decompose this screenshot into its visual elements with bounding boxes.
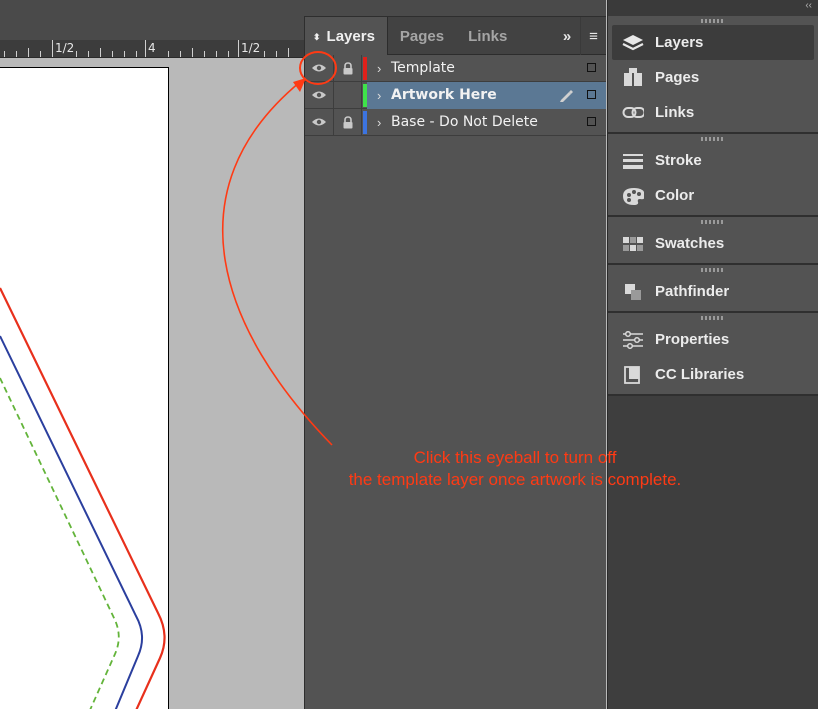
collapse-dock-icon[interactable]: ‹‹ [805, 0, 812, 11]
tab-layers[interactable]: ⬍ Layers [305, 17, 388, 55]
dock-item-label: Links [655, 104, 695, 121]
dock-item-links[interactable]: Links [608, 95, 818, 130]
annotation-callout: Click this eyeball to turn off the templ… [310, 447, 720, 491]
lock-toggle[interactable] [334, 54, 362, 82]
sort-caret-icon: ⬍ [313, 32, 321, 43]
panel-tab-bar: ⬍ Layers Pages Links » ≡ [305, 17, 606, 55]
grip-handle[interactable] [608, 217, 818, 226]
pages-icon [622, 67, 644, 89]
panel-menu-icon[interactable]: ≡ [580, 17, 606, 55]
dock-item-label: Layers [655, 34, 704, 51]
annotation-line: Click this eyeball to turn off [413, 448, 617, 467]
layers-panel: ⬍ Layers Pages Links » ≡ › Template › Ar… [304, 16, 606, 709]
visibility-toggle[interactable] [305, 81, 334, 109]
swatches-icon [622, 233, 644, 255]
expand-chevron-icon[interactable]: › [377, 61, 391, 76]
pathfinder-icon [622, 281, 644, 303]
document-page[interactable] [0, 67, 169, 709]
layer-row-base[interactable]: › Base - Do Not Delete [305, 108, 606, 136]
tab-pages[interactable]: Pages [388, 17, 456, 55]
expand-chevron-icon[interactable]: › [377, 115, 391, 130]
grip-handle[interactable] [608, 313, 818, 322]
layer-name[interactable]: Artwork Here [391, 87, 497, 103]
layer-target-box[interactable] [587, 62, 596, 72]
eye-icon [312, 64, 326, 72]
dock-item-label: CC Libraries [655, 366, 745, 383]
annotation-line: the template layer once artwork is compl… [348, 470, 682, 489]
horizontal-ruler[interactable]: 1/2 4 1/2 [0, 40, 304, 58]
app-window: 1/2 4 1/2 ⬍ Layers Pages Links » ≡ › Tem… [0, 0, 818, 709]
ruler-label: 1/2 [241, 41, 261, 55]
dock-item-swatches[interactable]: Swatches [608, 226, 818, 261]
grip-handle[interactable] [608, 134, 818, 143]
layer-target-box[interactable] [587, 89, 596, 99]
grip-handle[interactable] [608, 16, 818, 25]
tab-label: Layers [326, 28, 375, 45]
layer-name[interactable]: Base - Do Not Delete [391, 114, 538, 130]
trim-line [0, 335, 143, 709]
color-palette-icon [622, 185, 644, 207]
lock-icon [343, 115, 352, 128]
dock-item-layers[interactable]: Layers [612, 25, 814, 60]
dieline-artwork [0, 287, 166, 709]
dock-item-label: Pages [655, 69, 700, 86]
visibility-toggle[interactable] [305, 108, 334, 136]
dock-group: Swatches [608, 217, 818, 265]
eye-icon [312, 91, 326, 99]
pen-icon [560, 89, 573, 102]
lock-toggle[interactable] [334, 81, 362, 109]
cc-libraries-icon [622, 364, 644, 386]
ruler-label: 4 [148, 41, 156, 55]
expand-chevron-icon[interactable]: › [377, 88, 391, 103]
expand-panels-icon[interactable]: » [554, 17, 580, 55]
layer-name[interactable]: Template [391, 60, 455, 76]
lock-toggle[interactable] [334, 108, 362, 136]
lock-icon [343, 61, 352, 74]
dock-group: Layers Pages Links [608, 16, 818, 134]
grip-handle[interactable] [608, 265, 818, 274]
dock-item-label: Stroke [655, 152, 702, 169]
dock-item-label: Color [655, 187, 695, 204]
dock-item-properties[interactable]: Properties [608, 322, 818, 357]
layer-target-box[interactable] [587, 116, 596, 126]
layer-row-artwork-here[interactable]: › Artwork Here [305, 81, 606, 109]
dock-group: Properties CC Libraries [608, 313, 818, 396]
tab-label: Pages [399, 28, 445, 45]
dock-group: Pathfinder [608, 265, 818, 313]
ruler-label: 1/2 [55, 41, 75, 55]
properties-icon [622, 329, 644, 351]
dock-item-color[interactable]: Color [608, 178, 818, 213]
dock-group: Stroke Color [608, 134, 818, 217]
dock-item-stroke[interactable]: Stroke [608, 143, 818, 178]
dock-item-pathfinder[interactable]: Pathfinder [608, 274, 818, 309]
stroke-icon [622, 150, 644, 172]
eye-icon [312, 118, 326, 126]
dock-item-pages[interactable]: Pages [608, 60, 818, 95]
cut-line [0, 287, 166, 709]
document-canvas[interactable] [0, 58, 304, 709]
dock-item-label: Swatches [655, 235, 725, 252]
layers-icon [622, 32, 644, 54]
tab-label: Links [468, 28, 508, 45]
links-icon [622, 102, 644, 124]
panel-dock: ‹‹ Layers Pages Links Stroke Color Swatc… [607, 0, 818, 709]
layer-row-template[interactable]: › Template [305, 54, 606, 82]
tab-links[interactable]: Links [456, 17, 519, 55]
dock-item-cc-libraries[interactable]: CC Libraries [608, 357, 818, 392]
visibility-toggle[interactable] [305, 54, 334, 82]
dock-item-label: Pathfinder [655, 283, 730, 300]
dock-item-label: Properties [655, 331, 730, 348]
